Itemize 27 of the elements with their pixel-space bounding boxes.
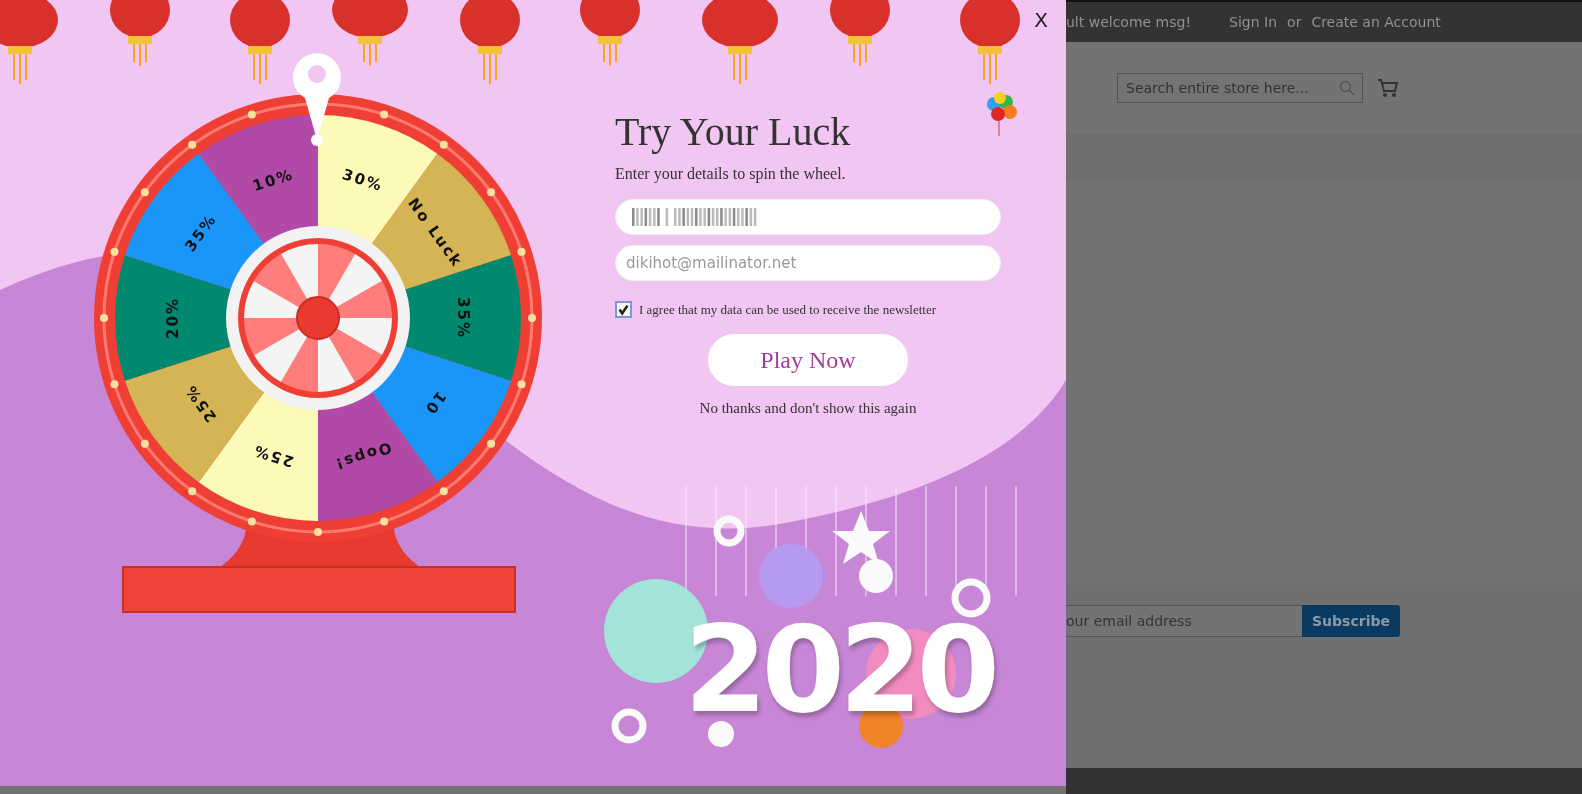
blurred-text-icon	[632, 208, 758, 226]
create-account-link[interactable]: Create an Account	[1311, 14, 1441, 30]
agree-label: I agree that my data can be used to receive the newsletter	[639, 301, 937, 318]
email-field[interactable]: dikihot@mailinator.net	[615, 245, 1001, 281]
segment-label: 30%	[340, 165, 386, 196]
segment-label: 10%	[250, 165, 296, 196]
segment-label: 25%	[250, 440, 296, 471]
agree-checkbox[interactable]	[615, 301, 632, 318]
search-icon	[1339, 80, 1355, 96]
year-text: 2020	[684, 600, 994, 739]
segment-label: 20%	[164, 297, 182, 339]
sign-in-link[interactable]: Sign In	[1229, 14, 1278, 30]
or-text: or	[1287, 14, 1302, 30]
balloons-icon	[984, 92, 1018, 138]
name-field[interactable]	[615, 199, 1001, 235]
close-button[interactable]: X	[1034, 8, 1048, 32]
dismiss-link[interactable]: No thanks and don't show this again	[699, 400, 917, 417]
subscribe-button[interactable]: Subscribe	[1302, 605, 1400, 637]
segment-label: 35%	[454, 297, 472, 339]
newsletter-email-field[interactable]: our email address	[1066, 605, 1302, 637]
play-now-button[interactable]: Play Now	[708, 334, 908, 386]
popup-subtitle: Enter your details to spin the wheel.	[615, 165, 846, 183]
cart-icon[interactable]	[1377, 78, 1399, 98]
segment-label: 10	[420, 387, 450, 419]
search-field[interactable]: Search entire store here...	[1117, 73, 1363, 103]
welcome-message: ult welcome msg!	[1066, 14, 1192, 30]
popup-title: Try Your Luck	[615, 108, 851, 155]
